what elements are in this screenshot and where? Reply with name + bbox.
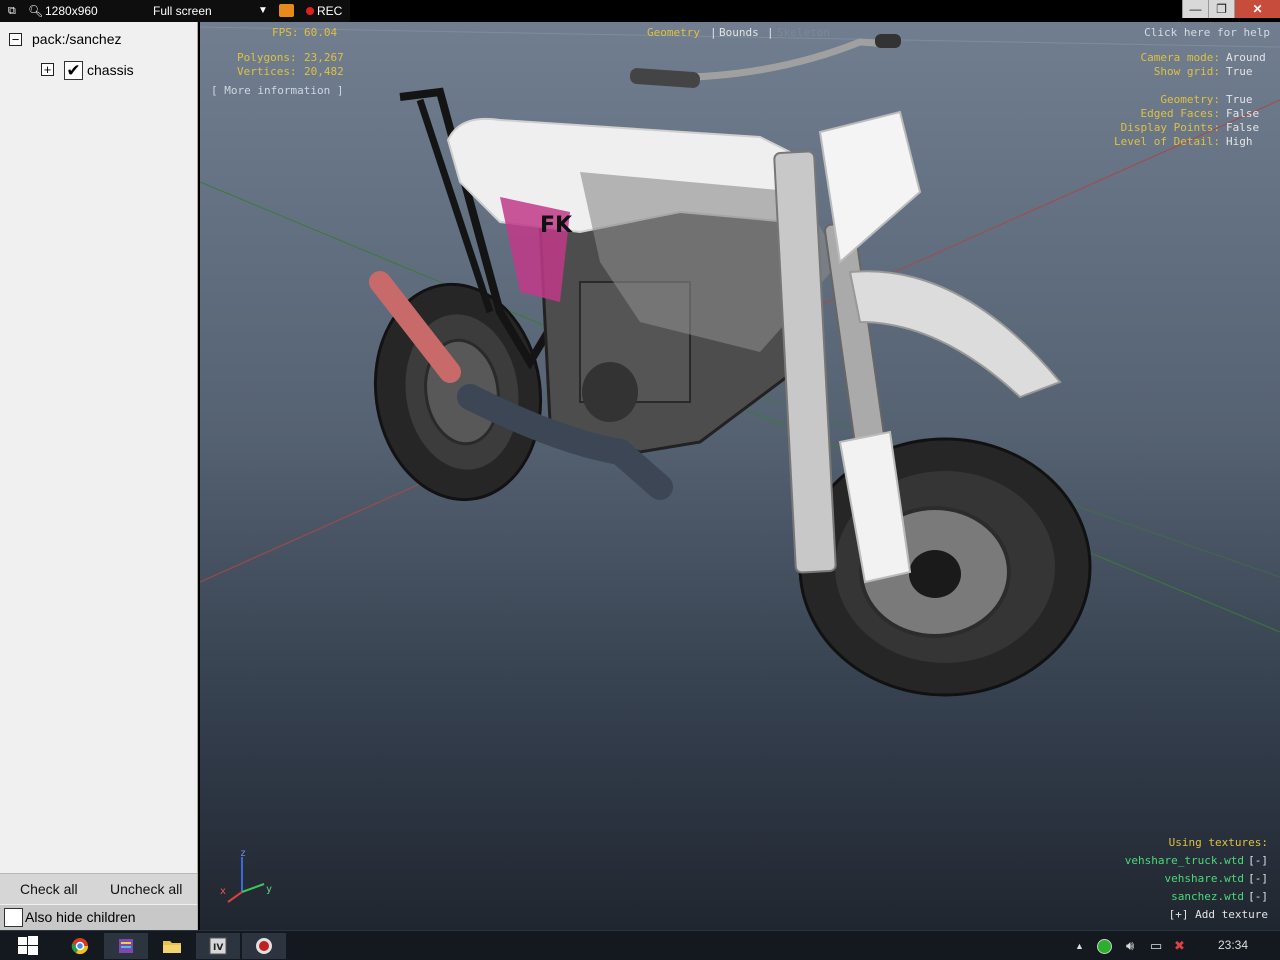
texture-remove-button[interactable]: [-] (1248, 872, 1268, 885)
axis-gizmo-icon (227, 857, 265, 903)
tree-root-label[interactable]: pack:/sanchez (32, 31, 122, 47)
polygons-label: Polygons: (237, 51, 297, 64)
windows-taskbar: IV ▲ 🔊︎ ▭ ✖ 23:34 (0, 930, 1280, 960)
taskbar-clock[interactable]: 23:34 (1218, 938, 1248, 952)
window-controls: — ❐ ✕ (1182, 0, 1280, 18)
fullscreen-toggle-icon[interactable]: ⧉ (8, 3, 16, 19)
tab-separator: | (767, 26, 774, 39)
also-hide-children-row: Also hide children (0, 905, 197, 930)
recorder-resolution[interactable]: 1280x960 (45, 3, 98, 19)
flag-alert-icon[interactable]: ✖ (1174, 938, 1185, 954)
status-green-icon[interactable] (1097, 939, 1112, 954)
tree-item-chassis[interactable]: chassis (87, 62, 134, 78)
windows-start-icon[interactable] (6, 933, 50, 959)
collapse-toggle[interactable]: − (9, 33, 22, 46)
texture-name: sanchez.wtd (1171, 890, 1244, 903)
axis-z-label: z (240, 848, 247, 859)
uncheck-all-button[interactable]: Uncheck all (110, 881, 182, 897)
fps-value: 60.04 (304, 26, 338, 39)
tab-geometry[interactable]: Geometry (647, 26, 700, 39)
svg-text:IV: IV (213, 943, 223, 953)
display-points-label: Display Points: (1120, 121, 1220, 134)
minimize-button[interactable]: — (1182, 0, 1208, 18)
fk-decal: FK (540, 213, 573, 238)
show-grid-value[interactable]: True (1226, 65, 1253, 78)
openiv-icon[interactable]: IV (196, 933, 240, 959)
check-buttons-row: Check all Uncheck all (0, 873, 197, 904)
record-button[interactable]: REC (317, 3, 342, 19)
polygons-value: 23,267 (304, 51, 344, 64)
axis-y-label: y (266, 884, 273, 895)
also-hide-children-checkbox[interactable] (4, 908, 23, 927)
chevron-down-icon[interactable]: ▼ (258, 3, 268, 19)
axis-x-label: x (220, 886, 227, 897)
search-icon[interactable]: 🔍︎ (28, 3, 43, 19)
restore-button[interactable]: ❐ (1208, 0, 1234, 18)
chrome-icon[interactable] (58, 933, 102, 959)
motorbike-model-render[interactable]: FK (200, 22, 1280, 930)
expand-toggle[interactable]: + (41, 63, 54, 76)
tab-separator: | (710, 26, 717, 39)
model-tree-panel: − pack:/sanchez + ✔ chassis Check all Un… (0, 22, 198, 930)
volume-icon[interactable]: 🔊︎ (1126, 938, 1134, 954)
geometry-value[interactable]: True (1226, 93, 1253, 106)
fps-label: FPS: (272, 26, 299, 39)
recorder-toolbar: ⧉ 🔍︎ 1280x960 Full screen ▼ REC (0, 0, 350, 22)
vertices-label: Vertices: (237, 65, 297, 78)
edged-faces-value[interactable]: False (1226, 107, 1259, 120)
lod-label: Level of Detail: (1114, 135, 1220, 148)
recorder-mode[interactable]: Full screen (153, 3, 212, 19)
front-wheel (798, 437, 1092, 697)
record-dot-icon (306, 7, 314, 15)
also-hide-children-label: Also hide children (25, 909, 136, 925)
tray-expand-icon[interactable]: ▲ (1075, 941, 1084, 951)
camera-mode-value[interactable]: Around (1226, 51, 1266, 64)
texture-remove-button[interactable]: [-] (1248, 854, 1268, 867)
handlebars (629, 34, 901, 88)
file-explorer-icon[interactable] (150, 933, 194, 959)
show-grid-label: Show grid: (1153, 65, 1220, 78)
archive-app-icon[interactable] (104, 933, 148, 959)
geometry-label: Geometry: (1160, 93, 1220, 106)
vertices-value: 20,482 (304, 65, 344, 78)
model-viewport[interactable]: FK FPS: 60.04 Polygons: 23,267 Vertices:… (200, 22, 1280, 930)
using-textures-heading: Using textures: (1168, 836, 1268, 849)
check-all-button[interactable]: Check all (20, 881, 78, 897)
texture-name: vehshare.wtd (1164, 872, 1244, 885)
more-information-link[interactable]: [ More information ] (211, 84, 343, 97)
tab-bounds[interactable]: Bounds (719, 26, 759, 39)
lod-value[interactable]: High (1226, 135, 1253, 148)
network-icon[interactable]: ▭ (1150, 938, 1162, 954)
add-texture-button[interactable]: [+] Add texture (1169, 908, 1268, 921)
chassis-checkbox[interactable]: ✔ (64, 61, 83, 80)
texture-remove-button[interactable]: [-] (1248, 890, 1268, 903)
camera-mode-label: Camera mode: (1140, 51, 1220, 64)
camera-icon[interactable] (279, 4, 294, 17)
texture-name: vehshare_truck.wtd (1124, 854, 1244, 867)
recorder-app-icon[interactable] (242, 933, 286, 959)
display-points-value[interactable]: False (1226, 121, 1259, 134)
tab-skeleton[interactable]: Skeleton (777, 26, 830, 39)
close-button[interactable]: ✕ (1234, 0, 1280, 18)
edged-faces-label: Edged Faces: (1140, 107, 1220, 120)
help-link[interactable]: Click here for help (1144, 26, 1270, 39)
